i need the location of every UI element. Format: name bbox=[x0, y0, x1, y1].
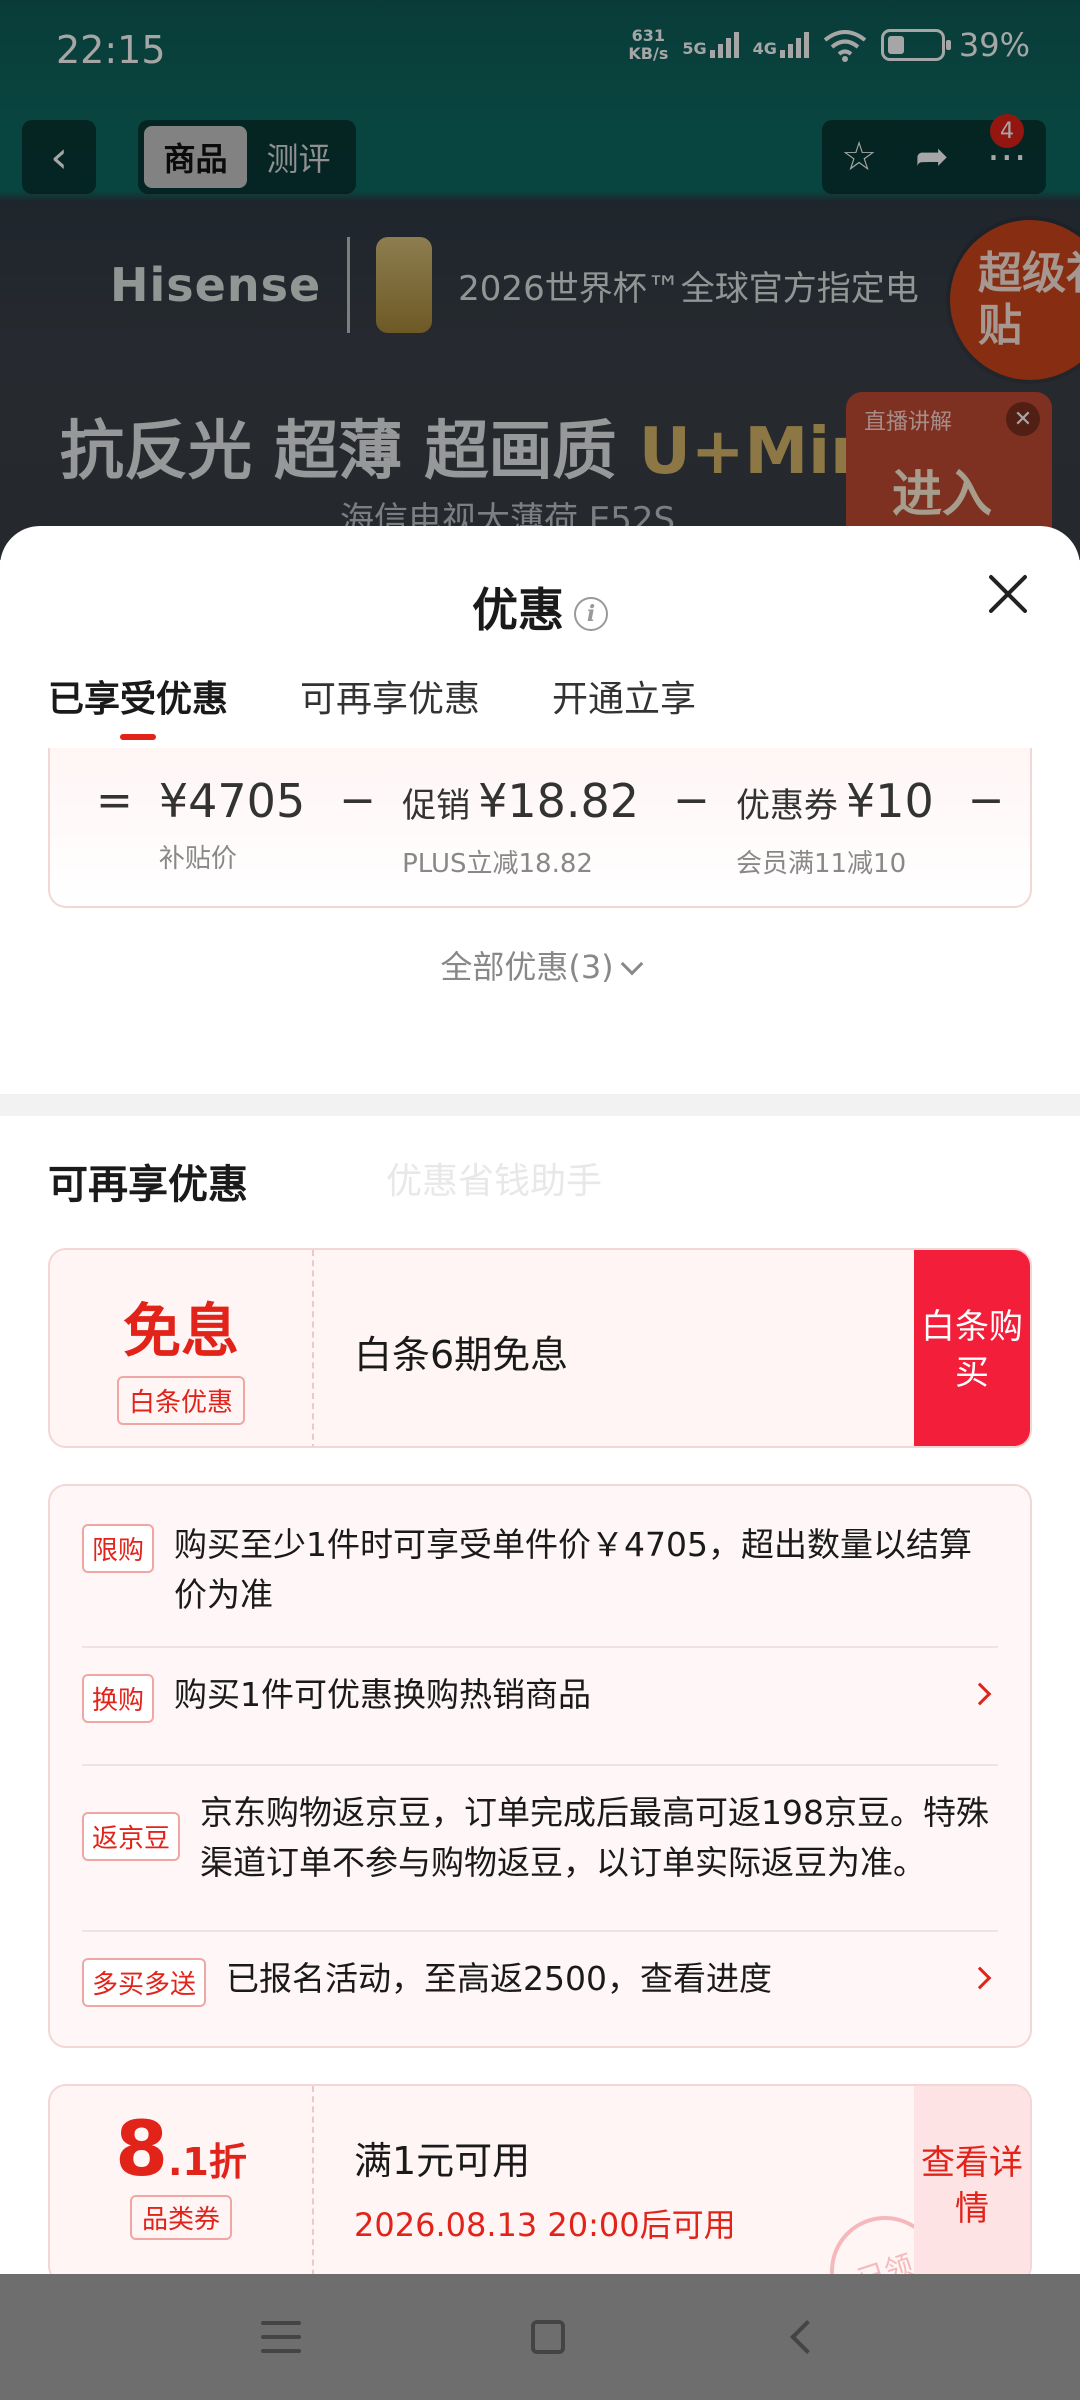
section-title: 可再享优惠 bbox=[48, 1162, 248, 1208]
price-term: 支付 国家 bbox=[1031, 774, 1032, 880]
baitiao-buy-button[interactable]: 白条购买 bbox=[914, 1250, 1030, 1446]
coupon-condition: 满1元可用 bbox=[354, 2139, 531, 2183]
category-coupon-card[interactable]: 8.1折 品类券 满1元可用 2026.08.13 20:00后可用 已领 查看… bbox=[48, 2084, 1032, 2274]
close-icon[interactable] bbox=[986, 572, 1030, 616]
price-formula: = ¥4705 补贴价 − 促销 ¥18.82 PLUS立减18.82 − 优惠券… bbox=[96, 774, 1032, 880]
baitiao-desc: 白条6期免息 bbox=[354, 1333, 569, 1377]
rule-jingdou: 返京豆 京东购物返京豆，订单完成后最高可返198京豆。特殊渠道订单不参与购物返豆… bbox=[82, 1788, 998, 1888]
price-breakdown[interactable]: = ¥4705 补贴价 − 促销 ¥18.82 PLUS立减18.82 − 优惠券… bbox=[48, 748, 1032, 908]
offers-sheet: 优惠 i 已享受优惠 可再享优惠 开通立享 = ¥4705 补贴价 − 促销 ¥18… bbox=[0, 526, 1080, 2274]
rule-exchange[interactable]: 换购 购买1件可优惠换购热销商品 bbox=[82, 1670, 998, 1723]
chevron-right-icon bbox=[968, 1966, 992, 1990]
coupon-tag: 品类券 bbox=[129, 2195, 232, 2240]
coupon-valid-time: 2026.08.13 20:00后可用 bbox=[354, 2206, 736, 2244]
watermark: 优惠省钱助手 bbox=[386, 1161, 603, 1202]
tab-more-offers[interactable]: 可再享优惠 bbox=[300, 644, 480, 748]
home-icon[interactable] bbox=[531, 2320, 565, 2354]
price-term: 促销 ¥18.82 PLUS立减18.82 bbox=[402, 774, 640, 879]
modal-overlay[interactable] bbox=[0, 0, 1080, 560]
coupon-rate: 8.1折 品类券 bbox=[50, 2086, 314, 2274]
chevron-right-icon bbox=[968, 1682, 992, 1706]
tab-activate-offers[interactable]: 开通立享 bbox=[552, 644, 696, 748]
offer-tabs: 已享受优惠 可再享优惠 开通立享 bbox=[0, 644, 1080, 748]
coupon-details-button[interactable]: 查看详情 bbox=[914, 2086, 1030, 2274]
menu-icon[interactable] bbox=[261, 2321, 301, 2353]
back-icon[interactable] bbox=[790, 2320, 824, 2354]
product-page-background: 22:15 631 KB/s 5G 4G 39% ‹ 商品 测评 ☆ ➦ ⋯ 4… bbox=[0, 0, 1080, 560]
rule-buy-more[interactable]: 多买多送 已报名活动，至高返2500，查看进度 bbox=[82, 1954, 998, 2007]
baitiao-badge: 免息 白条优惠 bbox=[50, 1250, 314, 1446]
baitiao-tag: 白条优惠 bbox=[116, 1376, 245, 1425]
price-term: 优惠券 ¥10 会员满11减10 bbox=[735, 774, 934, 879]
tab-enjoyed-offers[interactable]: 已享受优惠 bbox=[48, 644, 228, 748]
offer-rules-list: 限购 购买至少1件时可享受单件价￥4705，超出数量以结算价为准 换购 购买1件… bbox=[48, 1484, 1032, 2048]
sheet-header: 优惠 i bbox=[0, 526, 1080, 644]
info-icon[interactable]: i bbox=[574, 596, 608, 631]
rule-purchase-limit: 限购 购买至少1件时可享受单件价￥4705，超出数量以结算价为准 bbox=[82, 1520, 998, 1620]
all-offers-toggle[interactable]: 全部优惠(3) bbox=[0, 942, 1080, 988]
section-divider bbox=[0, 1094, 1080, 1116]
price-term: ¥4705 补贴价 bbox=[158, 774, 306, 874]
chevron-down-icon bbox=[620, 952, 643, 976]
sheet-title: 优惠 i bbox=[0, 574, 1080, 640]
system-nav-bar bbox=[0, 2274, 1080, 2400]
baitiao-offer-card[interactable]: 免息 白条优惠 白条6期免息 白条购买 bbox=[48, 1248, 1032, 1448]
